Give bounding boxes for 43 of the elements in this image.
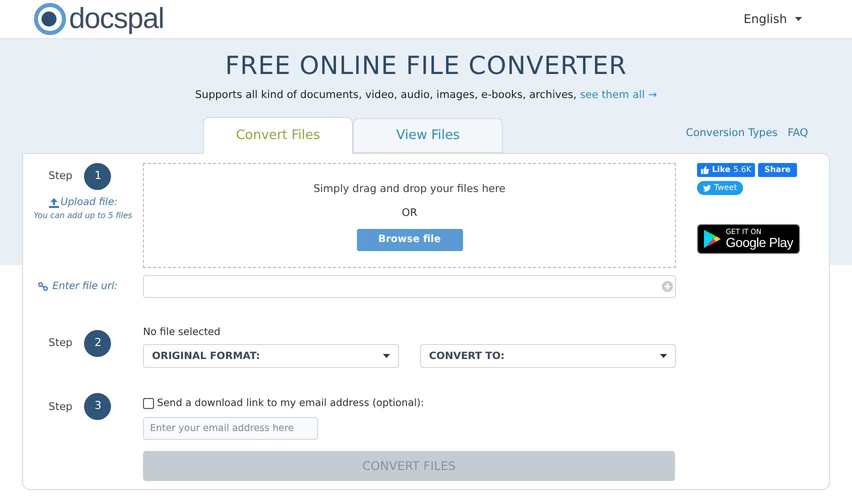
tab[interactable]: Convert Files xyxy=(203,117,353,154)
page-title: FREE ONLINE FILE CONVERTER xyxy=(225,51,627,81)
caret-icon xyxy=(383,354,390,358)
see-all-link[interactable]: see them all → xyxy=(580,89,657,101)
logo-text: docspal xyxy=(69,4,164,34)
link-icon xyxy=(38,282,48,291)
drop-text: Simply drag and drop your files here xyxy=(313,182,506,197)
email-checkbox-label: Send a download link to my email address (optional): xyxy=(157,397,424,411)
step-number: 3 xyxy=(84,393,112,420)
email-checkbox[interactable] xyxy=(143,398,154,409)
logo-icon xyxy=(34,3,66,35)
plus-icon xyxy=(662,281,673,292)
like-count: 5.6K xyxy=(733,164,752,176)
upload-label: Upload file: xyxy=(60,196,118,210)
play-store-icon xyxy=(704,229,721,249)
tweet-button[interactable]: Tweet xyxy=(697,181,744,195)
convert-to-dropdown[interactable]: CONVERT TO: xyxy=(420,344,676,368)
step-label: Step xyxy=(48,400,72,415)
upload-icon xyxy=(48,198,58,208)
facebook-share-button[interactable]: Share xyxy=(758,163,797,177)
subtitle-text: Supports all kind of documents, video, audio, images, e-books, archives, see them all → xyxy=(195,88,657,103)
nav-link[interactable]: FAQ xyxy=(788,126,808,142)
browse-button[interactable]: Browse file xyxy=(356,228,462,250)
upload-hint: You can add up to 5 files xyxy=(34,210,132,222)
or-text: OR xyxy=(402,206,418,221)
step-label: Step xyxy=(48,336,72,351)
original-format-dropdown[interactable]: ORIGINAL FORMAT: xyxy=(143,344,399,368)
bird-icon xyxy=(703,184,711,192)
step-number: 2 xyxy=(84,330,112,357)
drop-zone[interactable]: Simply drag and drop your files here OR Browse file xyxy=(143,163,676,268)
file-status-text: No file selected xyxy=(143,326,222,340)
caret-icon xyxy=(660,354,667,358)
language-dropdown[interactable]: English xyxy=(744,10,802,28)
url-label: Enter file url: xyxy=(52,280,118,294)
step-number: 1 xyxy=(84,163,112,190)
badge-large-text: Google Play xyxy=(726,236,793,250)
step-label: Step xyxy=(48,168,72,184)
caret-icon xyxy=(795,17,802,21)
facebook-like-button[interactable]: Like 5.6K xyxy=(697,163,756,177)
nav-link[interactable]: Conversion Types xyxy=(686,126,778,142)
email-input-field[interactable]: Enter your email address here xyxy=(143,417,318,440)
thumbs-up-icon xyxy=(701,166,709,174)
tab[interactable]: View Files xyxy=(353,118,503,153)
